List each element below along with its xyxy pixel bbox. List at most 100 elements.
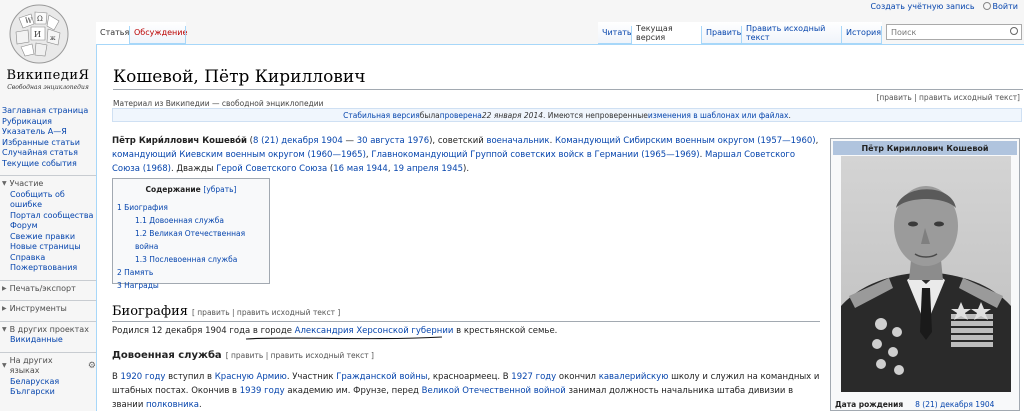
nav-categories[interactable]: Рубрикация	[0, 117, 96, 128]
toc-title: Содержание [убрать]	[117, 185, 265, 194]
year-1927-link[interactable]: 1927 году	[511, 372, 556, 382]
toc-item[interactable]: 1.2 Великая Отечественная война	[117, 227, 265, 253]
tab-edit-label: Править	[706, 28, 742, 37]
portal-print-title: Печать/экспорт	[9, 283, 76, 293]
portal-participation-title: Участие	[9, 179, 44, 188]
flagged-text: была	[419, 110, 440, 120]
section-edit-links[interactable]: [ править | править исходный текст ]	[192, 308, 340, 317]
infobox-birth-label: Дата рождения	[835, 400, 904, 409]
tab-edit-source-label: Править исходный текст	[746, 23, 826, 42]
nav-index[interactable]: Указатель А—Я	[0, 127, 96, 138]
nav-donate[interactable]: Пожертвования	[0, 263, 96, 274]
search-input[interactable]: Поиск	[886, 24, 1022, 40]
nav-featured[interactable]: Избранные статьи	[0, 138, 96, 149]
gear-icon[interactable]: ⚙	[88, 361, 96, 372]
toc-item[interactable]: 2 Память	[117, 266, 265, 279]
cavalry-link[interactable]: кавалерийскую	[599, 372, 669, 382]
portal-participation-toggle[interactable]: ▼ Участие	[0, 175, 96, 190]
create-account-link[interactable]: Создать учётную запись	[870, 2, 974, 11]
birth-date-link[interactable]: 8 (21) декабря 1904	[253, 136, 343, 146]
year-1920-link[interactable]: 1920 году	[121, 372, 166, 382]
triangle-down-icon: ▼	[2, 361, 7, 369]
great-patriotic-war-link[interactable]: Великой Отечественной войной	[422, 386, 566, 396]
portal-tools: ▶ Инструменты	[0, 300, 96, 315]
search-icon[interactable]	[1010, 27, 1018, 35]
text: , красноармеец. В	[427, 372, 512, 382]
table-of-contents: Содержание [убрать] 1 Биография 1.1 Дово…	[112, 178, 270, 290]
text: академию им. Фрунзе, перед	[284, 386, 422, 396]
portal-languages: ▼ На других языках ⚙ Беларуская Български	[0, 351, 96, 398]
logo-tagline: Свободная энциклопедия	[7, 84, 89, 91]
toc-item[interactable]: 1.3 Послевоенная служба	[117, 253, 265, 266]
section-title: Довоенная служба	[112, 350, 222, 361]
logo-wordmark: ВикипедиЯ	[6, 68, 90, 83]
toc-item[interactable]: 1.1 Довоенная служба	[117, 214, 265, 227]
year-1939-link[interactable]: 1939 году	[240, 386, 285, 396]
tab-edit-source[interactable]: Править исходный текст	[742, 22, 842, 44]
award-date-2-link[interactable]: 19 апреля 1945	[393, 164, 463, 174]
lang-belarusian[interactable]: Беларуская	[0, 377, 96, 388]
tab-history[interactable]: История	[842, 22, 882, 44]
siberia-command-link[interactable]: Командующий Сибирским военным округом (1…	[555, 136, 816, 146]
text: . Участник	[286, 372, 337, 382]
tab-current-version[interactable]: Текущая версия	[632, 22, 702, 44]
tab-current-label: Текущая версия	[636, 23, 673, 42]
text: ,	[815, 136, 819, 146]
lead-paragraph: Пётр Кири́ллович Кошево́й (8 (21) декабр…	[112, 134, 824, 176]
page-edit-links[interactable]: [править | править исходный текст]	[876, 93, 1020, 102]
award-date-1-link[interactable]: 16 мая 1944	[333, 164, 388, 174]
wikipedia-logo[interactable]: W Ω И ж ВикипедиЯ Свободная энциклопедия	[0, 0, 96, 96]
nav-new-pages[interactable]: Новые страницы	[0, 242, 96, 253]
tab-edit[interactable]: Править	[702, 22, 742, 44]
role-link[interactable]: военачальник	[486, 136, 549, 146]
nav-main-page[interactable]: Заглавная страница	[0, 106, 96, 117]
lang-bulgarian[interactable]: Български	[0, 387, 96, 398]
toc-toggle[interactable]: [убрать]	[203, 185, 236, 194]
nav-wikidata[interactable]: Викиданные	[0, 335, 96, 346]
pending-changes-link[interactable]: изменения в шаблонах или файлах	[648, 111, 789, 120]
civil-war-link[interactable]: Гражданской войны	[336, 372, 427, 382]
nav-report-error[interactable]: Сообщить об ошибке	[0, 190, 96, 211]
portal-print-toggle[interactable]: ▶ Печать/экспорт	[0, 279, 96, 295]
flagged-revs-notice: Стабильная версия была проверена 22 янва…	[112, 108, 1022, 122]
red-army-link[interactable]: Красную Армию	[215, 372, 287, 382]
text: ).	[463, 164, 470, 174]
flagged-text: .	[788, 110, 791, 120]
toc-item[interactable]: 3 Награды	[117, 279, 265, 292]
nav-community-portal[interactable]: Портал сообщества	[0, 211, 96, 222]
nav-current-events[interactable]: Текущие события	[0, 159, 96, 170]
portal-projects-title: В других проектах	[9, 324, 89, 334]
personal-tools: Создать учётную запись Войти	[870, 0, 1024, 12]
sidebar: Заглавная страница Рубрикация Указатель …	[0, 106, 96, 398]
nav-forum[interactable]: Форум	[0, 221, 96, 232]
wikipedia-globe-icon: W Ω И ж	[9, 4, 69, 64]
infobox-title: Пётр Кириллович Кошевой	[833, 141, 1017, 155]
toc-item[interactable]: 1 Биография	[117, 201, 265, 214]
portal-projects-toggle[interactable]: ▼ В других проектах	[0, 320, 96, 336]
hero-link[interactable]: Герой Советского Союза	[216, 164, 327, 174]
portal-languages-toggle[interactable]: ▼ На других языках ⚙	[0, 351, 96, 377]
nav-help[interactable]: Справка	[0, 253, 96, 264]
triangle-right-icon: ▶	[2, 284, 7, 292]
death-date-link[interactable]: 30 августа 1976	[357, 136, 429, 146]
infobox-birth-value[interactable]: 8 (21) декабря 1904	[915, 400, 994, 409]
nav-random[interactable]: Случайная статья	[0, 148, 96, 159]
tab-talk[interactable]: Обсуждение	[130, 22, 187, 44]
tab-article[interactable]: Статья	[96, 22, 130, 44]
portal-tools-toggle[interactable]: ▶ Инструменты	[0, 300, 96, 315]
colonel-link[interactable]: полковника	[146, 400, 199, 410]
nav-recent-changes[interactable]: Свежие правки	[0, 232, 96, 243]
flagged-text: . Имеются непроверенные	[543, 110, 648, 120]
portal-tools-title: Инструменты	[9, 304, 67, 313]
text: .	[199, 400, 202, 410]
portrait-photo[interactable]	[841, 156, 1011, 392]
stable-version-link[interactable]: Стабильная версия	[343, 111, 420, 120]
reviewed-link[interactable]: проверена	[440, 111, 482, 120]
section-edit-links[interactable]: [ править | править исходный текст ]	[226, 351, 374, 360]
tab-read[interactable]: Читать	[598, 22, 632, 44]
kiev-command-link[interactable]: командующий Киевским военным округом (19…	[112, 150, 366, 160]
login-label: Войти	[992, 1, 1018, 11]
pen-underline-annotation	[245, 336, 443, 340]
germany-command-link[interactable]: Главнокомандующий Группой советских войс…	[371, 150, 699, 160]
login-link[interactable]: Войти	[982, 1, 1018, 11]
